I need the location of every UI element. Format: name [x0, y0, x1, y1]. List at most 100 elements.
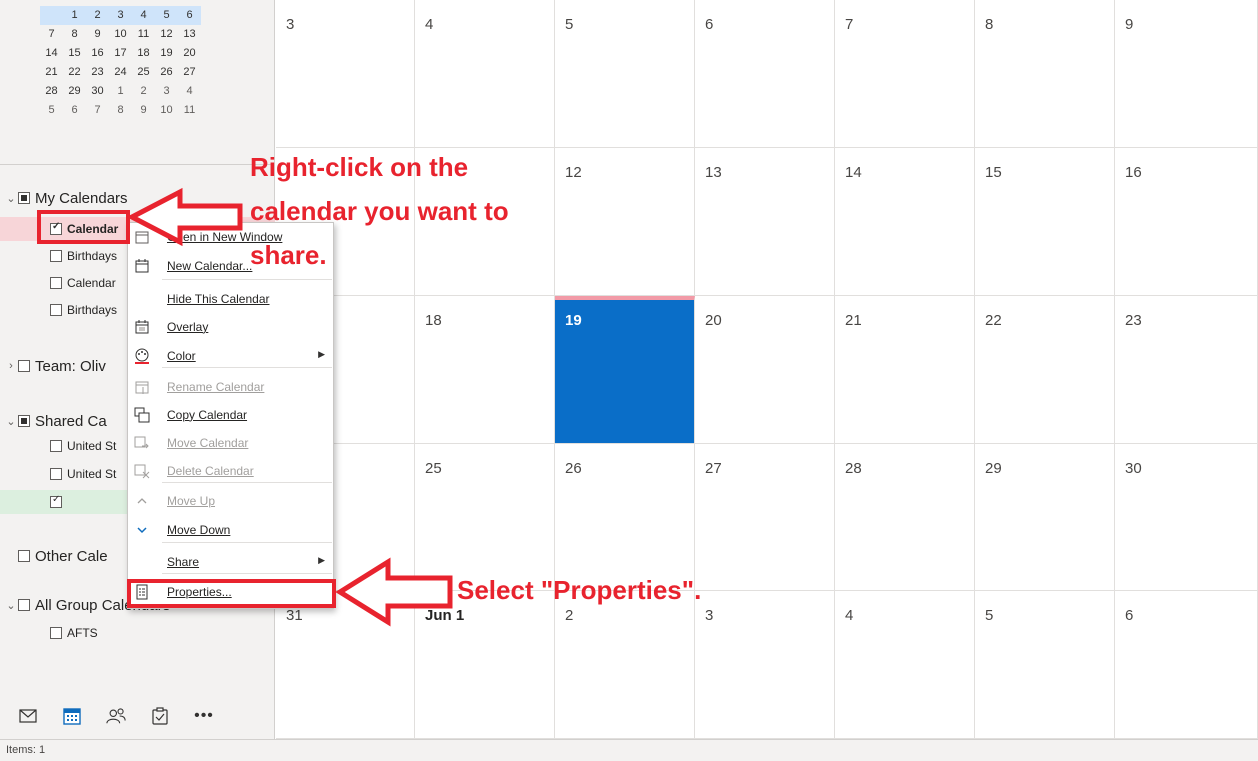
mini-calendar-day[interactable]: 8 [109, 101, 132, 120]
mini-calendar-day[interactable]: 5 [40, 101, 63, 120]
menu-item-copy-calendar[interactable]: Copy Calendar [128, 401, 333, 429]
mini-calendar-day[interactable]: 10 [155, 101, 178, 120]
people-icon[interactable] [106, 706, 126, 726]
checkbox[interactable] [50, 468, 62, 480]
day-cell[interactable]: 14 [835, 148, 975, 296]
more-icon[interactable]: ••• [194, 706, 214, 726]
mini-calendar-day[interactable]: 26 [155, 63, 178, 82]
day-cell[interactable]: 3 [276, 0, 415, 148]
menu-item-rename-calendar[interactable]: Rename Calendar [128, 373, 333, 401]
checkbox[interactable] [50, 627, 62, 639]
mini-calendar-day[interactable]: 7 [86, 101, 109, 120]
mini-calendar-day[interactable]: 25 [132, 63, 155, 82]
menu-item-delete-calendar[interactable]: Delete Calendar [128, 457, 333, 485]
day-cell[interactable]: 22 [975, 296, 1115, 444]
mini-calendar-day[interactable]: 14 [40, 44, 63, 63]
mini-calendar-day[interactable]: 19 [155, 44, 178, 63]
mini-calendar-day[interactable]: 5 [155, 6, 178, 25]
day-cell[interactable]: 5 [975, 591, 1115, 739]
mini-calendar-day[interactable]: 3 [109, 6, 132, 25]
mini-calendar-day[interactable]: 3 [155, 82, 178, 101]
day-cell[interactable]: 30 [1115, 444, 1258, 591]
day-cell[interactable]: 4 [835, 591, 975, 739]
tasks-icon[interactable] [150, 706, 170, 726]
mini-calendar-day[interactable]: 17 [109, 44, 132, 63]
mini-calendar-day[interactable]: 1 [109, 82, 132, 101]
group-checkbox[interactable] [18, 192, 30, 204]
group-team[interactable]: › Team: Oliv [0, 354, 106, 378]
day-cell[interactable]: 15 [975, 148, 1115, 296]
menu-item-hide-this-calendar[interactable]: Hide This Calendar [128, 285, 333, 313]
mini-calendar-day[interactable]: 2 [132, 82, 155, 101]
day-cell[interactable]: 9 [1115, 0, 1258, 148]
mini-calendar-day[interactable]: 6 [63, 101, 86, 120]
mini-calendar-day[interactable]: 4 [132, 6, 155, 25]
mini-calendar-day[interactable]: 29 [63, 82, 86, 101]
menu-item-move-up[interactable]: Move Up [128, 487, 333, 515]
group-checkbox[interactable] [18, 415, 30, 427]
mini-calendar-day[interactable]: 20 [178, 44, 201, 63]
mini-calendar-day[interactable]: 11 [178, 101, 201, 120]
mini-calendar-day[interactable]: 30 [86, 82, 109, 101]
mini-calendar-day[interactable]: 8 [63, 25, 86, 44]
mini-calendar-day[interactable]: 22 [63, 63, 86, 82]
group-checkbox[interactable] [18, 550, 30, 562]
day-cell[interactable]: 23 [1115, 296, 1258, 444]
checkbox[interactable] [50, 250, 62, 262]
mini-calendar-day[interactable]: 28 [40, 82, 63, 101]
group-my-calendars[interactable]: ⌄ My Calendars [0, 186, 127, 210]
day-cell[interactable]: 8 [975, 0, 1115, 148]
day-cell[interactable]: 2 [555, 591, 695, 739]
day-cell[interactable]: 5 [555, 0, 695, 148]
chevron-down-icon[interactable]: ⌄ [4, 599, 18, 612]
calendar-item-afts[interactable]: AFTS [0, 621, 275, 645]
day-cell[interactable]: 6 [695, 0, 835, 148]
group-shared-calendars[interactable]: ⌄ Shared Ca [0, 409, 106, 433]
mini-calendar-day[interactable]: 2 [86, 6, 109, 25]
menu-item-share[interactable]: Share ▶ [128, 548, 333, 576]
checkbox[interactable] [50, 304, 62, 316]
mini-calendar-day[interactable]: 11 [132, 25, 155, 44]
mini-calendar-day[interactable]: 24 [109, 63, 132, 82]
chevron-right-icon[interactable]: › [4, 360, 18, 372]
calendar-icon[interactable] [62, 706, 82, 726]
menu-item-move-down[interactable]: Move Down [128, 516, 333, 544]
group-checkbox[interactable] [18, 599, 30, 611]
day-cell[interactable]: 20 [695, 296, 835, 444]
day-cell[interactable]: 13 [695, 148, 835, 296]
mini-calendar-day[interactable]: 10 [109, 25, 132, 44]
mini-calendar-day[interactable]: 9 [132, 101, 155, 120]
day-cell[interactable]: 26 [555, 444, 695, 591]
mini-calendar-day[interactable]: 15 [63, 44, 86, 63]
day-cell[interactable]: 16 [1115, 148, 1258, 296]
mini-calendar-day[interactable]: 16 [86, 44, 109, 63]
day-cell[interactable]: 18 [415, 296, 555, 444]
group-checkbox[interactable] [18, 360, 30, 372]
mini-calendar-day[interactable]: 12 [155, 25, 178, 44]
chevron-down-icon[interactable]: ⌄ [4, 192, 18, 205]
mini-calendar-day[interactable]: 4 [178, 82, 201, 101]
day-cell[interactable]: 21 [835, 296, 975, 444]
mini-calendar-day[interactable]: 23 [86, 63, 109, 82]
day-cell[interactable]: 27 [695, 444, 835, 591]
mini-calendar-day[interactable]: 18 [132, 44, 155, 63]
checkbox[interactable] [50, 277, 62, 289]
day-cell[interactable]: 4 [415, 0, 555, 148]
menu-item-color[interactable]: Color ▶ [128, 342, 333, 370]
mini-calendar-day[interactable]: 7 [40, 25, 63, 44]
chevron-down-icon[interactable]: ⌄ [4, 415, 18, 428]
mini-calendar-day[interactable]: 27 [178, 63, 201, 82]
menu-item-move-calendar[interactable]: Move Calendar [128, 429, 333, 457]
day-cell[interactable]: 29 [975, 444, 1115, 591]
mini-calendar-day[interactable]: 21 [40, 63, 63, 82]
mini-calendar-day[interactable]: 6 [178, 6, 201, 25]
mail-icon[interactable] [18, 706, 38, 726]
day-cell[interactable]: 28 [835, 444, 975, 591]
group-other-calendars[interactable]: Other Cale [0, 544, 108, 568]
mini-calendar-day[interactable]: 13 [178, 25, 201, 44]
mini-calendar-day[interactable]: 1 [63, 6, 86, 25]
day-cell[interactable]: 3 [695, 591, 835, 739]
checkbox[interactable] [50, 440, 62, 452]
mini-calendar-day[interactable]: 9 [86, 25, 109, 44]
day-cell[interactable]: 6 [1115, 591, 1258, 739]
